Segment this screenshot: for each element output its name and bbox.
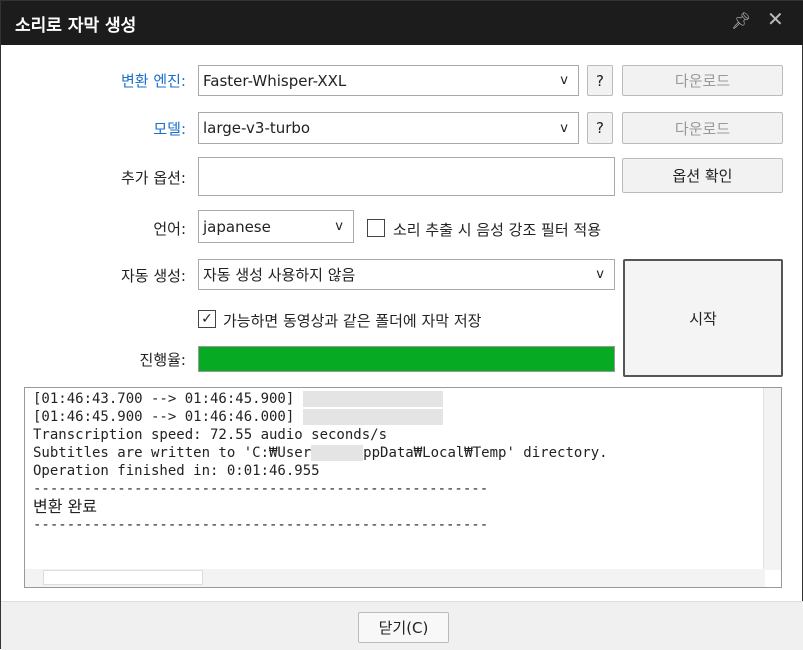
log-line: ppData₩Local₩Temp' directory. (363, 445, 608, 461)
language-select[interactable]: japanese v (198, 210, 354, 243)
progress-label: 진행율: (139, 351, 186, 369)
model-help-button[interactable]: ? (587, 112, 613, 144)
model-value: large-v3-turbo (203, 119, 311, 137)
auto-value: 자동 생성 사용하지 않음 (203, 266, 356, 284)
log-line: [01:46:45.900 --> 01:46:46.000] (33, 409, 303, 425)
auto-select[interactable]: 자동 생성 사용하지 않음 v (198, 259, 615, 290)
log-line: Operation finished in: 0:01:46.955 (33, 463, 320, 479)
language-label: 언어: (153, 220, 186, 238)
progress-fill (199, 347, 614, 371)
redacted-text (302, 391, 443, 407)
options-label: 추가 옵션: (120, 169, 186, 187)
engine-help-button[interactable]: ? (587, 65, 613, 96)
chevron-down-icon: v (335, 219, 343, 234)
title-bar: 소리로 자막 생성 📌︎ ✕ (1, 1, 803, 45)
log-line: [01:46:43.700 --> 01:46:45.900] (33, 391, 303, 407)
window-title: 소리로 자막 생성 (15, 16, 137, 36)
engine-select[interactable]: Faster-Whisper-XXL v (198, 65, 579, 96)
progress-bar (198, 346, 615, 372)
save-same-folder-label: 가능하면 동영상과 같은 폴더에 자막 저장 (223, 312, 482, 330)
redacted-text (302, 409, 443, 425)
save-same-folder-checkbox[interactable]: ✓ (198, 310, 216, 328)
model-download-button[interactable]: 다운로드 (622, 112, 783, 144)
auto-label: 자동 생성: (120, 267, 186, 285)
chevron-down-icon: v (560, 73, 568, 88)
engine-value: Faster-Whisper-XXL (203, 71, 347, 90)
options-confirm-button[interactable]: 옵션 확인 (622, 158, 783, 193)
filter-checkbox[interactable] (367, 219, 385, 237)
log-line: Transcription speed: 72.55 audio seconds… (33, 427, 388, 443)
log-output[interactable]: [01:46:43.700 --> 01:46:45.900] [01:46:4… (24, 387, 782, 588)
pin-icon[interactable]: 📌︎ (731, 11, 751, 30)
log-line: Subtitles are written to 'C:₩User (33, 445, 312, 461)
log-separator: ----------------------------------------… (33, 517, 489, 533)
close-button[interactable]: 닫기(C) (358, 612, 449, 643)
vertical-scrollbar[interactable] (763, 388, 781, 570)
scroll-thumb[interactable] (43, 570, 203, 585)
engine-label: 변환 엔진: (120, 72, 186, 90)
language-value: japanese (203, 217, 271, 236)
start-button[interactable]: 시작 (623, 259, 783, 377)
engine-download-button[interactable]: 다운로드 (622, 65, 783, 96)
close-icon[interactable]: ✕ (767, 7, 784, 31)
model-select[interactable]: large-v3-turbo v (198, 112, 579, 144)
chevron-down-icon: v (560, 120, 568, 136)
log-done: 변환 완료 (33, 497, 97, 516)
model-label: 모델: (153, 120, 186, 138)
filter-label: 소리 추출 시 음성 강조 필터 적용 (393, 221, 602, 239)
redacted-text (311, 445, 364, 461)
log-separator: ----------------------------------------… (33, 481, 489, 497)
chevron-down-icon: v (596, 267, 604, 282)
options-input[interactable] (198, 157, 615, 196)
horizontal-scrollbar[interactable] (25, 569, 765, 587)
footer: 닫기(C) (1, 601, 803, 650)
